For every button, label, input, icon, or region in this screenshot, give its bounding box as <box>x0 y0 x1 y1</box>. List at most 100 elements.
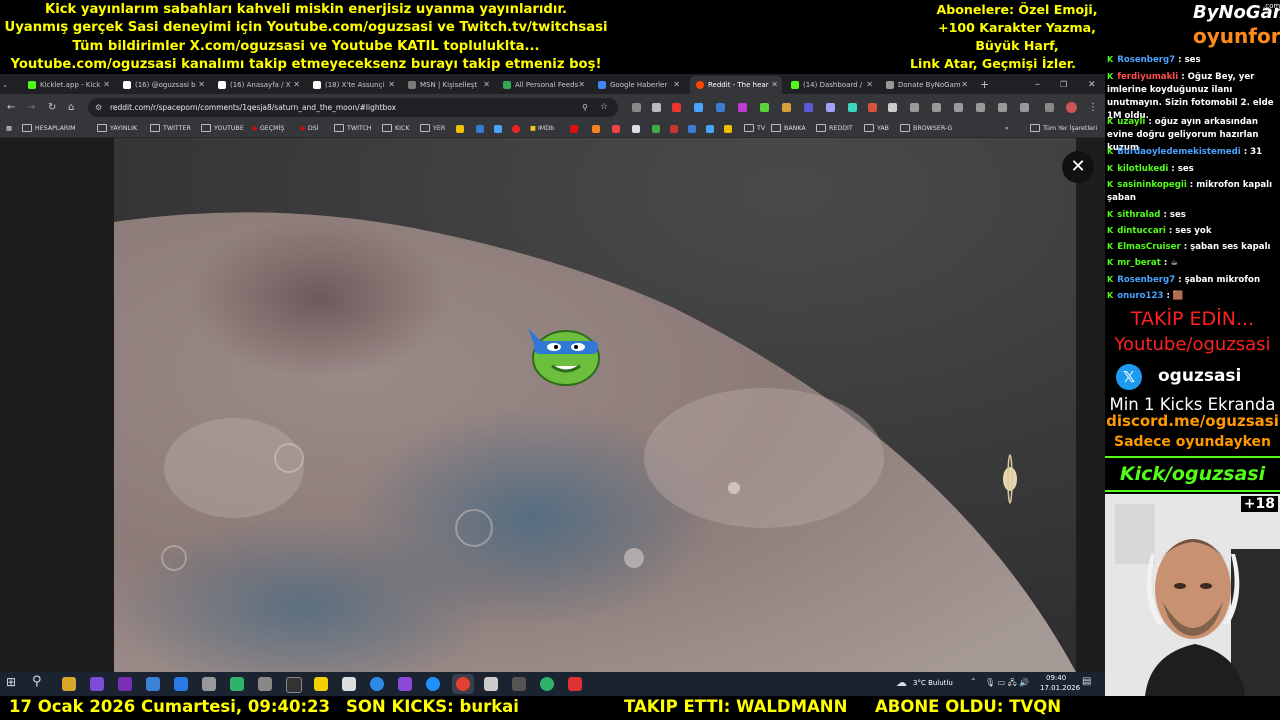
tab-close-icon[interactable]: ✕ <box>578 76 585 94</box>
edge-icon[interactable] <box>426 677 440 691</box>
history-icon[interactable] <box>932 103 941 112</box>
bookmark-twitter[interactable]: TWITTER <box>150 121 191 137</box>
tray-icons[interactable]: 🎙 ▭ 🖧 🔊 <box>985 677 1029 691</box>
bookmark-favicon[interactable] <box>570 125 578 133</box>
app-icon[interactable] <box>398 677 412 691</box>
camera-icon[interactable] <box>258 677 272 691</box>
bookmark-twitch[interactable]: TWITCH <box>334 121 372 137</box>
app-icon[interactable] <box>146 677 160 691</box>
tab-close-icon[interactable]: ✕ <box>293 76 300 94</box>
more-bookmarks-icon[interactable]: » <box>1005 121 1009 137</box>
lightbox-close-button[interactable]: ✕ <box>1062 151 1094 183</box>
tab-close-icon[interactable]: ✕ <box>866 76 873 94</box>
bookmark-kick[interactable]: KICK <box>382 121 410 137</box>
extension-icon[interactable] <box>652 103 661 112</box>
delete-icon[interactable] <box>976 103 985 112</box>
window-close-button[interactable]: ✕ <box>1088 76 1100 94</box>
weather-icon[interactable]: ☁ <box>896 676 907 689</box>
clock-date[interactable]: 17.01.2026 <box>1040 684 1080 692</box>
extension-icon[interactable] <box>782 103 791 112</box>
minimize-button[interactable]: – <box>1035 76 1047 94</box>
sidebar-icon[interactable] <box>1045 103 1054 112</box>
extension-icon[interactable] <box>716 103 725 112</box>
app-icon[interactable] <box>540 677 554 691</box>
app-icon[interactable] <box>174 677 188 691</box>
tab-dashboard[interactable]: (14) Dashboard / ✕ <box>785 76 877 94</box>
notification-icon[interactable]: ▤ <box>1082 676 1091 687</box>
bookmark-favicon[interactable] <box>688 125 696 133</box>
app-icon[interactable] <box>568 677 582 691</box>
bookmark-yayinlik[interactable]: YAYINLIK <box>97 121 137 137</box>
bookmark-favicon[interactable] <box>632 125 640 133</box>
settings-icon[interactable] <box>1020 103 1029 112</box>
apps-icon[interactable]: ▦ <box>6 121 12 137</box>
chrome-icon[interactable] <box>456 677 470 691</box>
bookmark-favicon[interactable] <box>670 125 678 133</box>
bookmark-tv[interactable]: TV <box>744 121 765 137</box>
tab-kicklet[interactable]: Kicklet.app - Kick ✕ <box>22 76 114 94</box>
bookmark-banka[interactable]: BANKA <box>771 121 806 137</box>
bookmark-favicon[interactable] <box>456 125 464 133</box>
bookmark-yer[interactable]: YER <box>420 121 445 137</box>
screenshot-icon[interactable] <box>998 103 1007 112</box>
tab-feeds[interactable]: All Personal Feeds ✕ <box>497 76 589 94</box>
tab-x-home[interactable]: (16) Anasayfa / X ✕ <box>212 76 304 94</box>
bookmark-imdb[interactable]: ■ IMDb <box>530 121 554 137</box>
bookmark-favicon[interactable] <box>476 125 484 133</box>
app-icon[interactable] <box>230 677 244 691</box>
site-info-icon[interactable]: ⚙ <box>95 98 102 117</box>
app-icon[interactable] <box>286 677 302 693</box>
clock-time[interactable]: 09:40 <box>1046 674 1066 682</box>
extension-icon[interactable] <box>632 103 641 112</box>
forward-icon[interactable]: → <box>27 94 35 121</box>
bookmark-favicon[interactable] <box>652 125 660 133</box>
bookmark-browser-g[interactable]: BROWSER-G <box>900 121 952 137</box>
menu-icon[interactable]: ⋮ <box>1088 94 1098 121</box>
tab-close-icon[interactable]: ✕ <box>103 76 110 94</box>
search-icon[interactable]: ⚲ <box>32 674 42 689</box>
app-icon[interactable] <box>202 677 216 691</box>
tab-google-news[interactable]: Google Haberler ✕ <box>592 76 684 94</box>
home-icon[interactable]: ⌂ <box>68 94 74 121</box>
music-icon[interactable] <box>512 677 526 691</box>
app-icon[interactable] <box>484 677 498 691</box>
extension-icon[interactable] <box>760 103 769 112</box>
bookmark-favicon[interactable] <box>612 125 620 133</box>
bookmark-dsi[interactable]: ▶ DSİ <box>301 121 319 137</box>
bookmark-star-icon[interactable]: ☆ <box>600 98 608 117</box>
bookmarks-icon[interactable] <box>910 103 919 112</box>
app-icon[interactable] <box>342 677 356 691</box>
extension-icon[interactable] <box>694 103 703 112</box>
tab-reddit[interactable]: Reddit - The hear ✕ <box>690 76 782 94</box>
onenote-icon[interactable] <box>118 677 132 691</box>
zoom-icon[interactable]: ⚲ <box>582 98 588 117</box>
url-field[interactable]: ⚙ reddit.com/r/spaceporn/comments/1qesja… <box>88 98 618 117</box>
sticky-notes-icon[interactable] <box>314 677 328 691</box>
maximize-button[interactable]: ❐ <box>1060 76 1072 94</box>
extension-icon[interactable] <box>804 103 813 112</box>
tab-msn[interactable]: MSN | Kişiselleşt ✕ <box>402 76 494 94</box>
tab-close-icon[interactable]: ✕ <box>483 76 490 94</box>
download-icon[interactable] <box>954 103 963 112</box>
tab-close-icon[interactable]: ✕ <box>198 76 205 94</box>
bookmark-yab[interactable]: YAB <box>864 121 889 137</box>
start-icon[interactable]: ⊞ <box>6 675 16 689</box>
back-icon[interactable]: ← <box>7 94 15 121</box>
pen-app-icon[interactable] <box>90 677 104 691</box>
pinterest-icon[interactable] <box>512 125 520 133</box>
bookmark-hesaplarim[interactable]: HESAPLARIM <box>22 121 76 137</box>
new-tab-button[interactable]: + <box>980 76 994 94</box>
tab-close-icon[interactable]: ✕ <box>961 76 968 94</box>
tray-expand-icon[interactable]: ⌃ <box>970 677 977 686</box>
tab-x-search[interactable]: (18) X'te Assunçi ✕ <box>307 76 399 94</box>
tab-close-icon[interactable]: ✕ <box>388 76 395 94</box>
extension-icon[interactable] <box>848 103 857 112</box>
tab-close-icon[interactable]: ✕ <box>771 76 778 94</box>
all-bookmarks[interactable]: Tüm Yer İşaretleri <box>1030 121 1097 137</box>
extension-icon[interactable] <box>738 103 747 112</box>
bookmark-gecmis[interactable]: ▶ GEÇMİŞ <box>253 121 284 137</box>
file-explorer-icon[interactable] <box>62 677 76 691</box>
extension-icon[interactable] <box>826 103 835 112</box>
puzzle-icon[interactable] <box>888 103 897 112</box>
profile-avatar[interactable] <box>1066 102 1077 113</box>
